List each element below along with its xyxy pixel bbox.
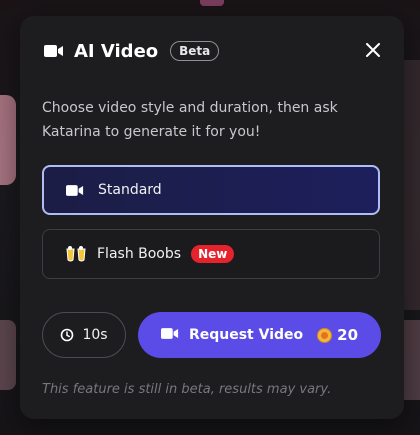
beta-disclaimer: This feature is still in beta, results m…	[42, 382, 332, 397]
video-camera-icon	[44, 44, 64, 58]
background-content	[0, 95, 16, 185]
ai-video-modal: AI Video Beta Choose video style and dur…	[20, 16, 404, 419]
close-button[interactable]	[366, 42, 380, 57]
duration-button[interactable]: 10s	[42, 312, 126, 358]
cost-value: 20	[337, 326, 359, 344]
video-camera-icon	[160, 327, 179, 344]
new-badge: New	[191, 245, 235, 263]
background-content	[200, 0, 224, 6]
option-flash-boobs[interactable]: Flash Boobs New	[42, 229, 380, 279]
modal-description: Choose video style and duration, then as…	[42, 100, 338, 140]
request-video-button[interactable]: Request Video 20	[138, 312, 381, 358]
coin-icon	[317, 327, 333, 343]
modal-title: AI Video	[74, 40, 159, 62]
cheers-icon	[65, 245, 87, 263]
duration-label: 10s	[82, 327, 108, 343]
modal-header: AI Video Beta	[44, 38, 220, 64]
beta-badge: Beta	[170, 41, 220, 61]
background-content	[0, 320, 16, 390]
clock-icon	[61, 328, 74, 342]
option-standard[interactable]: Standard	[42, 165, 380, 215]
close-icon	[366, 43, 380, 57]
option-label: Standard	[98, 182, 162, 198]
background-content	[404, 60, 420, 310]
background-content	[404, 320, 420, 400]
request-video-label: Request Video	[188, 327, 304, 343]
option-label: Flash Boobs	[97, 246, 182, 262]
video-camera-icon	[66, 181, 88, 199]
cost-indicator: 20	[317, 326, 358, 344]
